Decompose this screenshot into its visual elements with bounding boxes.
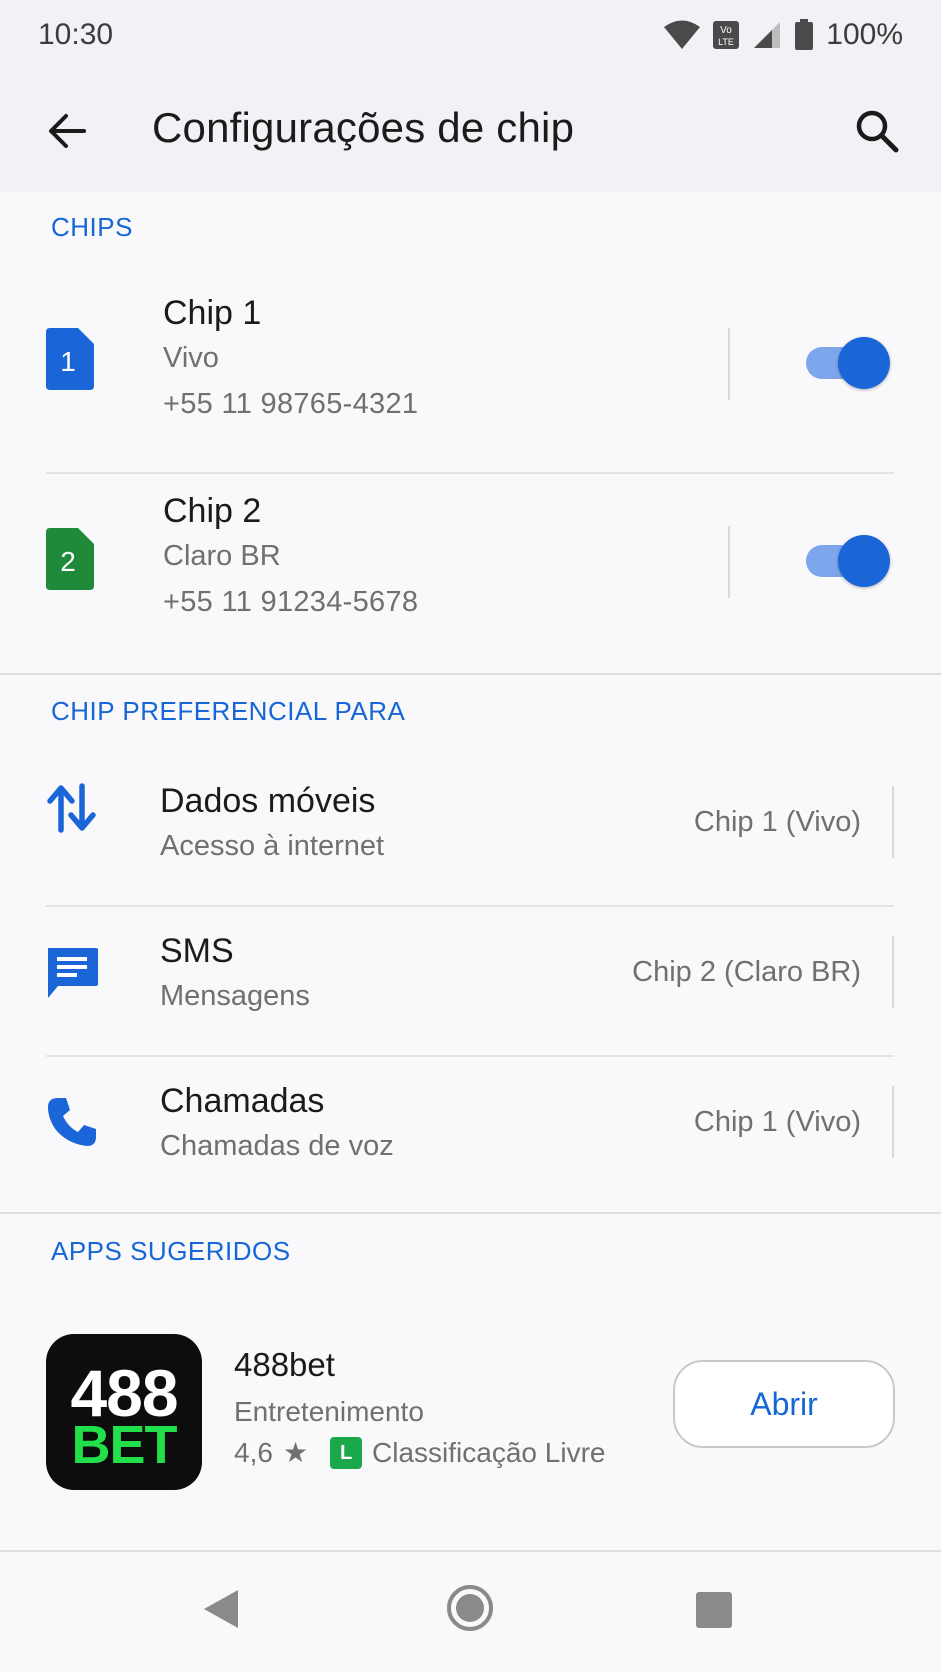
age-rating-label: Classificação Livre [372, 1436, 606, 1468]
svg-text:Vo: Vo [720, 25, 732, 36]
chip-1-toggle[interactable] [804, 336, 890, 390]
vertical-divider [892, 1086, 894, 1158]
vertical-divider [892, 786, 894, 858]
vertical-divider [892, 936, 894, 1008]
app-logo-icon[interactable]: 488 BET [46, 1334, 202, 1490]
section-header-preferred: CHIP PREFERENCIAL PARA [51, 696, 406, 726]
arrow-back-icon[interactable] [44, 108, 90, 154]
sim-card-icon: 1 [46, 328, 94, 390]
chip-2-toggle[interactable] [804, 534, 890, 588]
pref-value: Chip 1 (Vivo) [693, 1106, 861, 1138]
pref-row-calls[interactable]: Chamadas Chamadas de voz Chip 1 (Vivo) [0, 1052, 941, 1200]
chip-row-2[interactable]: 2 Chip 2 Claro BR +55 11 91234-5678 [0, 480, 941, 676]
app-meta: 4,6 ★ L Classificação Livre [234, 1436, 605, 1469]
navigation-bar [0, 1552, 941, 1672]
open-app-button[interactable]: Abrir [673, 1360, 895, 1448]
star-icon: ★ [282, 1437, 309, 1468]
app-name: 488bet [234, 1346, 335, 1383]
message-icon [48, 948, 98, 998]
volte-icon: Vo LTE [713, 21, 740, 49]
age-rating-badge: L [330, 1436, 363, 1469]
toggle-knob [838, 337, 890, 389]
swap-vertical-icon [47, 783, 96, 833]
section-divider [0, 673, 941, 675]
pref-title: Chamadas [160, 1082, 325, 1120]
status-icons: Vo LTE 100% [664, 18, 903, 52]
chip-name: Chip 1 [163, 294, 262, 332]
nav-recents-icon[interactable] [696, 1592, 732, 1628]
battery-percent: 100% [826, 18, 903, 51]
toggle-knob [838, 535, 890, 587]
app-logo-text-bet: BET [71, 1415, 178, 1475]
nav-back-icon[interactable] [200, 1588, 240, 1630]
chip-name: Chip 2 [163, 492, 262, 530]
status-time: 10:30 [38, 18, 114, 51]
status-bar: 10:30 Vo LTE 100% [0, 0, 941, 70]
page-title: Configurações de chip [152, 104, 575, 151]
svg-text:LTE: LTE [718, 37, 734, 47]
section-header-chips: CHIPS [51, 212, 133, 242]
app-rating: 4,6 [234, 1436, 273, 1468]
nav-home-icon[interactable] [446, 1584, 494, 1632]
chip-phone-number: +55 11 98765-4321 [163, 388, 419, 420]
pref-value: Chip 1 (Vivo) [693, 806, 861, 838]
pref-row-sms[interactable]: SMS Mensagens Chip 2 (Claro BR) [0, 902, 941, 1050]
sim-badge-number: 1 [60, 346, 76, 377]
cell-signal-icon [754, 22, 781, 48]
sim-badge-number: 2 [60, 546, 76, 577]
app-category: Entretenimento [234, 1396, 424, 1427]
pref-value: Chip 2 (Claro BR) [632, 956, 861, 988]
chip-carrier: Claro BR [163, 540, 281, 572]
pref-title: SMS [160, 932, 234, 970]
wifi-icon [664, 20, 701, 49]
chip-phone-number: +55 11 91234-5678 [163, 586, 419, 618]
suggested-app-row[interactable]: 488 BET 488bet Entretenimento 4,6 ★ L Cl… [0, 1334, 941, 1504]
vertical-divider [728, 526, 730, 598]
pref-title: Dados móveis [160, 782, 376, 820]
vertical-divider [728, 328, 730, 400]
chip-row-1[interactable]: 1 Chip 1 Vivo +55 11 98765-4321 [0, 282, 941, 478]
chip-carrier: Vivo [163, 342, 219, 374]
divider [46, 472, 894, 474]
battery-icon [795, 19, 814, 50]
pref-row-mobile-data[interactable]: Dados móveis Acesso à internet Chip 1 (V… [0, 752, 941, 900]
pref-subtitle: Mensagens [160, 980, 310, 1012]
app-bar: Configurações de chip [0, 70, 941, 192]
sim-card-icon: 2 [46, 528, 94, 590]
section-header-suggested: APPS SUGERIDOS [51, 1236, 291, 1266]
pref-subtitle: Chamadas de voz [160, 1130, 394, 1162]
pref-subtitle: Acesso à internet [160, 830, 385, 862]
phone-icon [48, 1098, 96, 1146]
section-divider [0, 1212, 941, 1214]
search-icon[interactable] [852, 106, 902, 156]
